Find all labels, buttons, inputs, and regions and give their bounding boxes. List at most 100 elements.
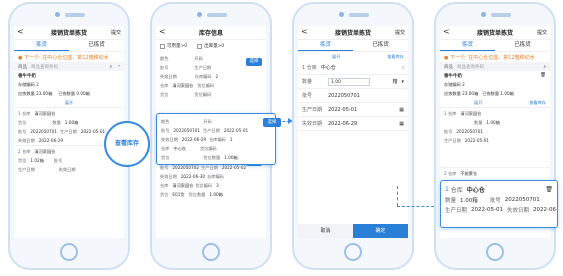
tab-pick[interactable]: 拣货	[440, 40, 495, 51]
field-value: 1	[229, 137, 233, 142]
location-card-1[interactable]: 1 仓库 清河家园仓 数量 1.00箱 批号 2022050701 生产日期 2…	[440, 107, 550, 145]
product-qty-required: 应拣数量 23.00箱	[444, 90, 479, 96]
field-value: 2022-06-29	[181, 137, 207, 142]
filter-outbound-label: 出库量>0	[204, 44, 225, 49]
expand-link[interactable]: 展开	[474, 100, 482, 106]
expand-link[interactable]: 展开	[14, 98, 124, 107]
warehouse-label: 仓库	[306, 65, 317, 71]
search-row[interactable]: 商品 商品查询条码 ⌕ ›	[14, 62, 124, 71]
search-icon[interactable]: ⌕	[543, 64, 546, 70]
submit-button[interactable]: 提交	[537, 29, 547, 36]
card-index: 1	[18, 111, 21, 116]
view-stock-highlight[interactable]: 查看库存	[104, 121, 150, 167]
view-stock-link[interactable]: 查看库存	[387, 54, 404, 60]
next-hint: ● 下一个: 在中心仓位座，挑12箱移动水	[14, 52, 124, 62]
home-button[interactable]	[486, 243, 504, 261]
card-row-1: 货位 数量 1.00箱	[14, 118, 124, 127]
chevron-down-icon[interactable]: ▾	[401, 79, 404, 85]
cancel-button[interactable]: 取消	[298, 224, 353, 238]
camera-icon	[55, 12, 60, 17]
tab-picked[interactable]: 已拣货	[69, 40, 124, 51]
field-value: 2022050702	[172, 165, 200, 170]
callout-row: 失效日期 2022-06-29 仓库编码 1	[157, 135, 275, 144]
prod-value[interactable]: 2022-05-01	[328, 107, 357, 113]
filter-row: 可用量>0 出库量>0	[156, 40, 266, 52]
tab-pick[interactable]: 拣货	[14, 40, 69, 51]
expiry-value[interactable]: 2022-06-29	[328, 121, 357, 127]
tab-pick[interactable]: 拣货	[298, 40, 353, 51]
picked-item-callout[interactable]: 1 仓库 中心仓 🗑 数量 1.00箱 批号 2022050701 生产日期 2…	[440, 180, 558, 228]
tabs: 拣货 已拣货	[298, 40, 408, 52]
card-location: 2 仓库 不根蒙仓	[440, 169, 550, 178]
view-stock-link[interactable]: 查看库存	[529, 100, 546, 106]
location-value: 清河家园仓	[34, 148, 56, 154]
slot-label: 货位	[18, 157, 27, 163]
confirm-button[interactable]: 确定	[353, 224, 408, 238]
checkbox-outbound[interactable]	[197, 43, 203, 49]
location-label: 仓库	[448, 110, 457, 116]
tab-picked[interactable]: 已拣货	[495, 40, 550, 51]
speaker-icon	[349, 13, 369, 17]
product-qty: 应拣数量 23.00箱 已拣数量 0.00箱	[14, 89, 124, 98]
search-row[interactable]: 商品 商品查询条码 ⌕	[440, 62, 550, 71]
qty-unit[interactable]: 箱	[392, 78, 397, 85]
prod-label: 生产日期	[18, 166, 35, 172]
page-title: 接销货单拣货	[334, 30, 371, 37]
qty-value: 1.00箱	[64, 119, 79, 125]
location-value: 清河家园仓	[34, 110, 56, 116]
field-label: 颜色	[160, 55, 169, 61]
field-value: 2022050701	[173, 128, 201, 133]
field-label: 失效日期	[160, 73, 177, 79]
field-value: 3	[216, 183, 219, 188]
field-value: 2022-06-30	[180, 174, 206, 179]
home-button[interactable]	[202, 243, 220, 261]
header: < 接销货单拣货 提交	[14, 26, 124, 40]
field-label: 仓库	[161, 145, 170, 151]
qty-value: 1.00箱	[486, 119, 500, 125]
calendar-icon[interactable]: ▦	[399, 107, 404, 113]
prod-value: 2022-05-01	[80, 129, 106, 134]
chevron-right-icon[interactable]: ›	[402, 65, 404, 71]
card-location: 1 仓库 清河家园仓	[440, 109, 550, 118]
checkbox-available[interactable]	[160, 43, 165, 49]
submit-button[interactable]: 提交	[395, 29, 405, 36]
batch-value[interactable]: 2022050701	[328, 93, 360, 99]
tab-picked[interactable]: 已拣货	[353, 40, 408, 51]
batch-value: 2022050701	[456, 129, 484, 134]
qty-input[interactable]: 1.00	[328, 77, 370, 86]
prod-label: 生产日期	[60, 128, 77, 134]
delete-icon[interactable]: 🗑	[540, 73, 546, 78]
warehouse-row[interactable]: 1 仓库 中心仓 ›	[298, 61, 408, 75]
field-label: 货位	[160, 191, 169, 197]
home-button[interactable]	[60, 243, 78, 261]
expiry-label: 失效日期	[302, 121, 323, 127]
select-button[interactable]: 选择	[263, 118, 281, 127]
expand-link[interactable]: 展开	[332, 54, 340, 60]
speaker-icon	[207, 13, 227, 17]
calendar-icon[interactable]: ▦	[399, 121, 404, 127]
submit-button[interactable]: 提交	[111, 29, 121, 36]
slot-value: 1.02箱	[30, 157, 44, 163]
search-input[interactable]: 商品查询条码	[457, 64, 484, 70]
field-label: 失效日期	[161, 136, 178, 142]
batch-row: 批号 2022050701	[298, 89, 408, 103]
tabs: 拣货 已拣货	[14, 40, 124, 52]
page-title: 库存信息	[198, 30, 223, 37]
field-label: 生产日期	[194, 64, 212, 70]
product-name: 香牛牛奶 🗑	[440, 71, 550, 80]
field-label: 货位	[160, 91, 169, 97]
location-value: 清河家园仓	[460, 110, 482, 116]
stock-item-callout[interactable]: 颜色 尺码 批号 2022050701 生产日期 2022-05-01 失效日期 2022…	[156, 113, 281, 165]
chevron-right-icon[interactable]: ›	[118, 64, 120, 69]
product-qty: 应拣数量 23.00箱 已拣数量 1.00箱	[440, 89, 550, 98]
qty-label: 数量	[302, 79, 313, 85]
stock-row: 货位 货位编码	[156, 90, 266, 99]
field-label: 货位编码	[195, 182, 213, 188]
delete-icon[interactable]: 🗑	[545, 186, 553, 193]
search-input[interactable]: 商品查询条码	[31, 64, 58, 70]
search-icon[interactable]: ⌕	[110, 64, 113, 70]
home-button[interactable]	[344, 243, 362, 261]
select-button[interactable]: 选择	[246, 58, 262, 66]
stock-row: 失效日期 仓库编码 2	[156, 72, 266, 81]
expiry-value: 2022-06-2	[533, 207, 557, 213]
